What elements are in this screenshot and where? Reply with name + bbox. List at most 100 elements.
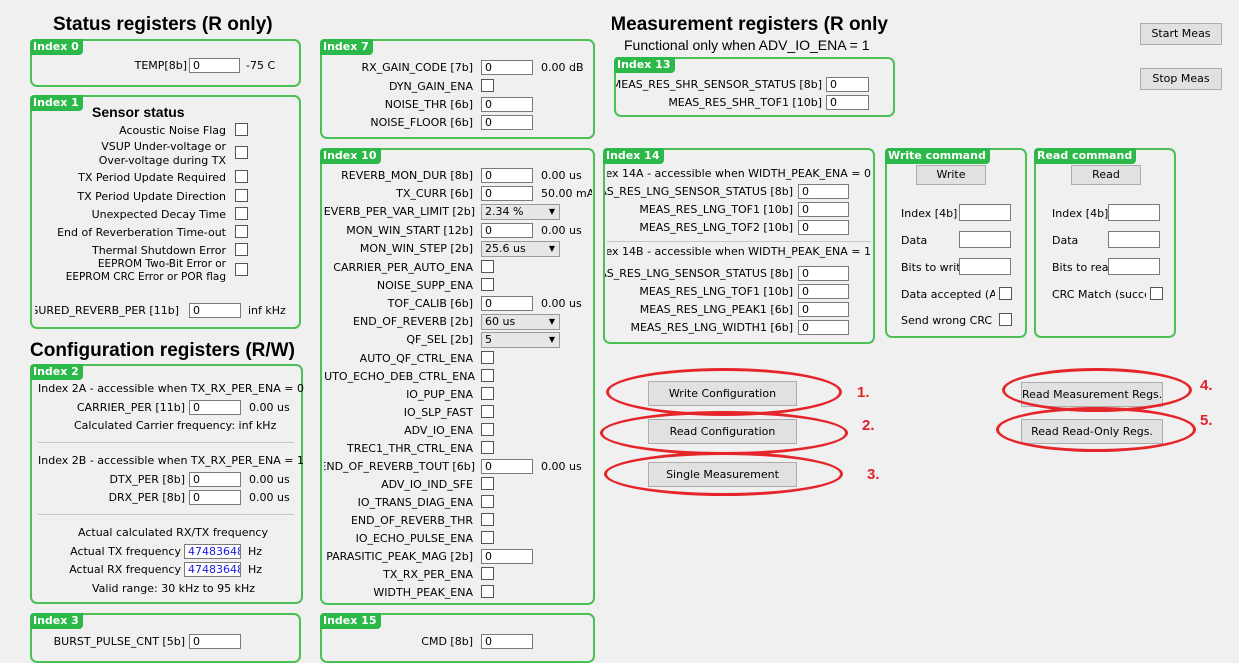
reverb-per-var-limit-dropdown[interactable]: 2.34 % ▼	[481, 204, 560, 220]
unexpected-decay-checkbox[interactable]	[235, 207, 248, 220]
eeprom-checkbox[interactable]	[235, 263, 248, 276]
index-3-title: Index 3	[30, 613, 83, 629]
tx-rx-per-checkbox[interactable]	[481, 567, 494, 580]
mon-win-step-label: MON_WIN_STEP [2b]	[359, 242, 473, 255]
mon-win-start-field[interactable]: 0	[481, 223, 533, 238]
shr-sensor-status-field[interactable]: 0	[826, 77, 869, 92]
cmd-label: CMD [8b]	[421, 635, 473, 648]
read-index-field[interactable]	[1108, 204, 1160, 221]
divider	[38, 514, 294, 515]
tx-update-required-label: TX Period Update Required	[78, 171, 226, 184]
mon-win-step-dropdown[interactable]: 25.6 us ▼	[481, 241, 560, 257]
acoustic-noise-checkbox[interactable]	[235, 123, 248, 136]
tx-rx-per-label: TX_RX_PER_ENA	[383, 568, 473, 581]
actual-rx-field[interactable]: 47483648	[184, 562, 241, 577]
index-10-group: Index 10 REVERB_MON_DUR [8b] 0 0.00 us T…	[320, 148, 595, 605]
io-slp-fast-checkbox[interactable]	[481, 405, 494, 418]
io-echo-pulse-checkbox[interactable]	[481, 531, 494, 544]
noise-thr-field[interactable]: 0	[481, 97, 533, 112]
lng-b-width1-field[interactable]: 0	[798, 320, 849, 335]
auto-qf-checkbox[interactable]	[481, 351, 494, 364]
index-2-title: Index 2	[30, 364, 83, 380]
carrier-per-auto-checkbox[interactable]	[481, 260, 494, 273]
adv-io-label: ADV_IO_ENA	[404, 424, 473, 437]
stop-meas-button[interactable]: Stop Meas	[1140, 68, 1222, 90]
auto-echo-deb-checkbox[interactable]	[481, 369, 494, 382]
start-meas-button[interactable]: Start Meas	[1140, 23, 1222, 45]
send-wrong-crc-checkbox[interactable]	[999, 313, 1012, 326]
divider	[607, 241, 871, 242]
carrier-per-field[interactable]: 0	[189, 400, 241, 415]
dtx-per-label: DTX_PER [8b]	[109, 473, 185, 486]
io-slp-fast-label: IO_SLP_FAST	[403, 406, 473, 419]
qf-sel-dropdown[interactable]: 5 ▼	[481, 332, 560, 348]
read-data-field[interactable]	[1108, 231, 1160, 248]
lng-a-tof2-label: MEAS_RES_LNG_TOF2 [10b]	[639, 221, 793, 234]
drx-per-field[interactable]: 0	[189, 490, 241, 505]
thermal-shutdown-checkbox[interactable]	[235, 243, 248, 256]
annotation-number-4: 4.	[1200, 377, 1213, 394]
lng-a-status-field[interactable]: 0	[798, 184, 849, 199]
eeprom-label-1: EEPROM Two-Bit Error or	[97, 258, 226, 270]
temp-field[interactable]: 0	[189, 58, 240, 73]
dyn-gain-checkbox[interactable]	[481, 79, 494, 92]
lng-b-status-field[interactable]: 0	[798, 266, 849, 281]
end-of-reverb-dropdown[interactable]: 60 us ▼	[481, 314, 560, 330]
noise-supp-label: NOISE_SUPP_ENA	[376, 279, 473, 292]
bits-to-write-field[interactable]	[959, 258, 1011, 275]
lng-b-tof1-field[interactable]: 0	[798, 284, 849, 299]
width-peak-checkbox[interactable]	[481, 585, 494, 598]
noise-thr-label: NOISE_THR [6b]	[384, 98, 473, 111]
adv-io-ind-sfe-checkbox[interactable]	[481, 477, 494, 490]
io-trans-diag-checkbox[interactable]	[481, 495, 494, 508]
reverb-mon-dur-field[interactable]: 0	[481, 168, 533, 183]
measured-reverb-field[interactable]: 0	[189, 303, 241, 318]
vsup-label-1: VSUP Under-voltage or	[101, 140, 226, 153]
index-14a-title-text: Index 14A - accessible when WIDTH_PEAK_E…	[607, 167, 871, 180]
read-command-group: Read command Read Index [4b] Data Bits t…	[1034, 148, 1176, 338]
write-index-field[interactable]	[959, 204, 1011, 221]
carrier-per-label: CARRIER_PER [11b]	[76, 401, 185, 414]
lng-a-tof1-field[interactable]: 0	[798, 202, 849, 217]
io-echo-pulse-label: IO_ECHO_PULSE_ENA	[355, 532, 473, 545]
dropdown-value: 5	[485, 333, 492, 346]
calculated-carrier-text: Calculated Carrier frequency: inf kHz	[74, 419, 277, 432]
read-button[interactable]: Read	[1071, 165, 1141, 185]
burst-pulse-field[interactable]: 0	[189, 634, 241, 649]
noise-supp-checkbox[interactable]	[481, 278, 494, 291]
tx-curr-field[interactable]: 0	[481, 186, 533, 201]
end-of-reverb-timeout-checkbox[interactable]	[235, 225, 248, 238]
lng-b-peak1-field[interactable]: 0	[798, 302, 849, 317]
actual-tx-field[interactable]: 47483648	[184, 544, 241, 559]
cmd-field[interactable]: 0	[481, 634, 533, 649]
shr-tof1-field[interactable]: 0	[826, 95, 869, 110]
bits-to-read-field[interactable]	[1108, 258, 1160, 275]
parasitic-peak-field[interactable]: 0	[481, 549, 533, 564]
dtx-per-field[interactable]: 0	[189, 472, 241, 487]
tx-update-required-checkbox[interactable]	[235, 170, 248, 183]
noise-floor-label: NOISE_FLOOR [6b]	[370, 116, 473, 129]
crc-match-checkbox[interactable]	[1150, 287, 1163, 300]
tx-update-direction-checkbox[interactable]	[235, 189, 248, 202]
drx-per-label: DRX_PER [8b]	[108, 491, 185, 504]
write-button[interactable]: Write	[916, 165, 986, 185]
io-pup-checkbox[interactable]	[481, 387, 494, 400]
noise-floor-field[interactable]: 0	[481, 115, 533, 130]
rx-gain-field[interactable]: 0	[481, 60, 533, 75]
write-data-field[interactable]	[959, 231, 1011, 248]
measurement-note: Functional only when ADV_IO_ENA = 1	[624, 37, 870, 53]
end-of-reverb-timeout-label: End of Reverberation Time-out	[57, 226, 226, 239]
thermal-shutdown-label: Thermal Shutdown Error	[91, 244, 226, 257]
index-15-group: Index 15 CMD [8b] 0	[320, 613, 595, 663]
annotation-number-2: 2.	[862, 417, 875, 434]
adv-io-checkbox[interactable]	[481, 423, 494, 436]
status-registers-heading: Status registers (R only)	[53, 14, 273, 35]
trec1-thr-checkbox[interactable]	[481, 441, 494, 454]
vsup-checkbox[interactable]	[235, 146, 248, 159]
lng-a-tof2-field[interactable]: 0	[798, 220, 849, 235]
end-of-reverb-tout-field[interactable]: 0	[481, 459, 533, 474]
end-of-reverb-thr-checkbox[interactable]	[481, 513, 494, 526]
io-pup-label: IO_PUP_ENA	[406, 388, 473, 401]
tof-calib-field[interactable]: 0	[481, 296, 533, 311]
data-accepted-checkbox[interactable]	[999, 287, 1012, 300]
